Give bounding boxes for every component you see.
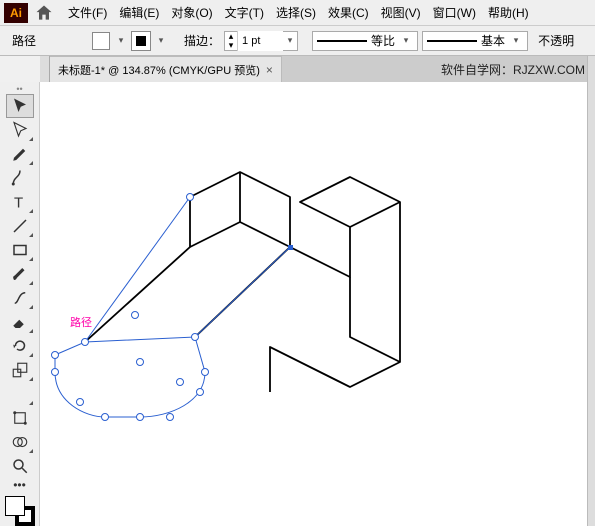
line-sample-icon [317, 40, 367, 42]
stroke-stepper[interactable]: ▴▾ [225, 32, 237, 50]
fill-swatch[interactable] [92, 32, 110, 50]
eraser-tool[interactable] [6, 310, 34, 334]
menu-bar: Ai 文件(F) 编辑(E) 对象(O) 文字(T) 选择(S) 效果(C) 视… [0, 0, 595, 26]
menu-type[interactable]: 文字(T) [219, 0, 270, 25]
watermark-text: 软件自学网：RJZXW.COM [431, 56, 595, 82]
fill-stroke-control[interactable] [5, 496, 35, 526]
menu-window[interactable]: 窗口(W) [427, 0, 482, 25]
document-tab-title: 未标题-1* @ 134.87% (CMYK/GPU 预览) [58, 62, 260, 78]
selection-type-label: 路径 [8, 32, 44, 49]
curvature-tool[interactable] [6, 166, 34, 190]
free-transform-tool[interactable] [6, 406, 34, 430]
document-tab[interactable]: 未标题-1* @ 134.87% (CMYK/GPU 预览) × [50, 56, 282, 82]
fill-dropdown[interactable] [114, 32, 128, 50]
tab-expand-handle[interactable] [40, 56, 50, 82]
opacity-label[interactable]: 不透明 [532, 32, 574, 49]
app-logo: Ai [4, 3, 28, 23]
right-panel-collapsed[interactable] [587, 56, 595, 526]
pen-tool[interactable] [6, 142, 34, 166]
tool-panel: •• T ••• [0, 82, 40, 526]
menu-view[interactable]: 视图(V) [375, 0, 427, 25]
stroke-weight-dropdown[interactable] [283, 32, 297, 50]
line-segment-tool[interactable] [6, 214, 34, 238]
svg-text:T: T [14, 194, 23, 211]
scale-tool[interactable] [6, 358, 34, 382]
document-tab-bar: 未标题-1* @ 134.87% (CMYK/GPU 预览) × 软件自学网：R… [40, 56, 595, 82]
line-sample-icon [427, 40, 477, 42]
zoom-tool[interactable] [6, 454, 34, 478]
canvas[interactable]: 路径 [40, 82, 587, 526]
stroke-dropdown[interactable] [154, 32, 168, 50]
stroke-swatch[interactable] [132, 32, 150, 50]
menu-select[interactable]: 选择(S) [270, 0, 322, 25]
shaper-tool[interactable] [6, 286, 34, 310]
selection-tool[interactable] [6, 94, 34, 118]
control-bar: 路径 描边： ▴▾ 等比 基本 不透明 [0, 26, 595, 56]
rotate-tool[interactable] [6, 334, 34, 358]
variable-width-profile[interactable]: 等比 [312, 31, 418, 51]
menu-edit[interactable]: 编辑(E) [113, 0, 165, 25]
direct-selection-tool[interactable] [6, 118, 34, 142]
shape-builder-tool[interactable] [6, 430, 34, 454]
rectangle-tool[interactable] [6, 238, 34, 262]
panel-grip[interactable]: •• [6, 84, 34, 94]
menu-help[interactable]: 帮助(H) [482, 0, 535, 25]
menu-file[interactable]: 文件(F) [62, 0, 113, 25]
toolbar-more[interactable]: ••• [6, 478, 34, 492]
type-tool[interactable]: T [6, 190, 34, 214]
path-anchor-label: 路径 [70, 314, 92, 330]
stroke-label: 描边： [184, 32, 220, 49]
paintbrush-tool[interactable] [6, 262, 34, 286]
stroke-weight-input[interactable] [237, 31, 283, 51]
width-tool[interactable] [6, 382, 34, 406]
brush-definition[interactable]: 基本 [422, 31, 528, 51]
menu-effect[interactable]: 效果(C) [322, 0, 375, 25]
close-tab-icon[interactable]: × [266, 63, 273, 77]
home-icon[interactable] [34, 3, 54, 23]
menu-object[interactable]: 对象(O) [165, 0, 218, 25]
